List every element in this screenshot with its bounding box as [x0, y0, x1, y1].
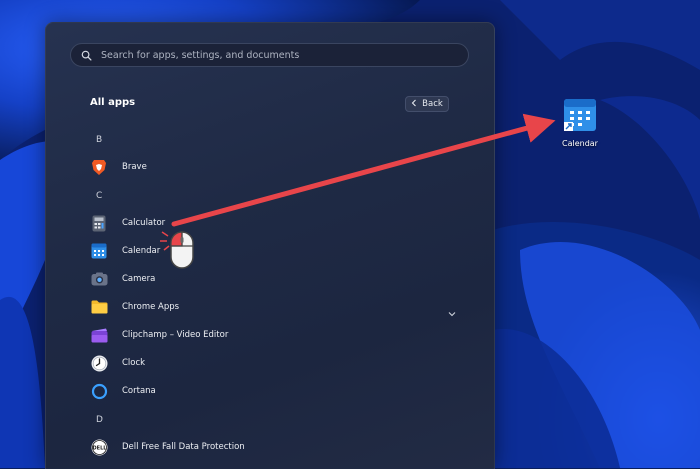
search-icon	[81, 48, 95, 62]
app-item-chrome-apps[interactable]: Chrome Apps	[86, 294, 456, 320]
app-item-calculator[interactable]: Calculator	[86, 210, 456, 236]
app-item-brave[interactable]: Brave	[86, 154, 456, 180]
section-letter-d[interactable]: D	[96, 415, 103, 425]
clock-icon	[90, 354, 108, 372]
clipchamp-icon	[90, 326, 108, 344]
desktop-shortcut-calendar[interactable]: Calendar	[557, 98, 603, 148]
app-label: Calendar	[122, 246, 161, 256]
back-label: Back	[422, 99, 443, 109]
section-letter-c[interactable]: C	[96, 191, 102, 201]
app-label: Calculator	[122, 218, 166, 228]
search-box[interactable]	[70, 43, 469, 67]
brave-icon	[90, 158, 108, 176]
app-label: Clock	[122, 358, 146, 368]
cortana-icon	[90, 382, 108, 400]
calendar-icon	[90, 242, 108, 260]
chevron-left-icon	[411, 99, 417, 110]
app-item-cortana[interactable]: Cortana	[86, 378, 456, 404]
app-item-calendar[interactable]: Calendar	[86, 238, 456, 264]
app-label: Brave	[122, 162, 147, 172]
chevron-down-icon[interactable]	[448, 302, 456, 321]
app-label: Chrome Apps	[122, 302, 180, 312]
svg-text:DELL: DELL	[92, 445, 107, 451]
app-item-clipchamp[interactable]: Clipchamp – Video Editor	[86, 322, 456, 348]
dell-icon: DELL	[90, 438, 108, 456]
app-item-camera[interactable]: Camera	[86, 266, 456, 292]
start-menu: All apps Back B Brave C Calculator Calen…	[45, 22, 495, 469]
back-button[interactable]: Back	[405, 96, 449, 112]
all-apps-title: All apps	[90, 97, 136, 108]
app-item-clock[interactable]: Clock	[86, 350, 456, 376]
search-input[interactable]	[101, 49, 468, 61]
camera-icon	[90, 270, 108, 288]
app-item-dell-free-fall[interactable]: DELL Dell Free Fall Data Protection	[86, 434, 456, 460]
app-label: Camera	[122, 274, 156, 284]
calendar-icon	[563, 99, 597, 136]
folder-icon	[90, 298, 108, 316]
app-label: Dell Free Fall Data Protection	[122, 442, 245, 452]
app-label: Clipchamp – Video Editor	[122, 330, 229, 340]
app-label: Cortana	[122, 386, 156, 396]
calculator-icon	[90, 214, 108, 232]
desktop-shortcut-label: Calendar	[562, 139, 598, 148]
section-letter-b[interactable]: B	[96, 135, 102, 145]
